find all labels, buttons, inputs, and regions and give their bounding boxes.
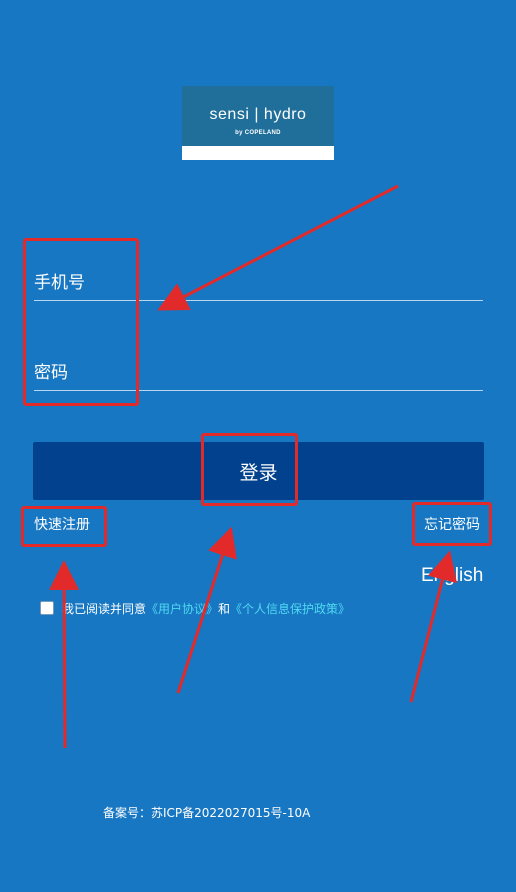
logo-sub-text: by COPELAND (235, 130, 281, 136)
app-logo: sensi | hydro by COPELAND (182, 86, 334, 160)
quick-register-link[interactable]: 快速注册 (34, 514, 90, 534)
login-button[interactable]: 登录 (33, 442, 484, 500)
icp-record-text: 备案号：苏ICP备2022027015号-10A (103, 806, 311, 820)
login-button-label: 登录 (239, 461, 278, 484)
agreement-checkbox[interactable] (40, 601, 54, 615)
language-switch-link[interactable]: English (421, 565, 483, 587)
forgot-password-link[interactable]: 忘记密码 (424, 514, 480, 534)
logo-banner: sensi | hydro by COPELAND (182, 86, 334, 146)
agreement-conjunction: 和 (218, 601, 231, 616)
password-field[interactable] (34, 350, 483, 391)
phone-field[interactable] (34, 260, 483, 301)
privacy-policy-link[interactable]: 《个人信息保护政策》 (230, 600, 350, 617)
agreement-row: 我已阅读并同意 《用户协议》 和 《个人信息保护政策》 (40, 599, 350, 617)
password-input[interactable] (34, 360, 483, 386)
agreement-prefix: 我已阅读并同意 (62, 601, 147, 616)
logo-brand-text: sensi | hydro (209, 106, 307, 123)
user-agreement-link[interactable]: 《用户协议》 (146, 600, 218, 617)
phone-input[interactable] (34, 270, 483, 296)
